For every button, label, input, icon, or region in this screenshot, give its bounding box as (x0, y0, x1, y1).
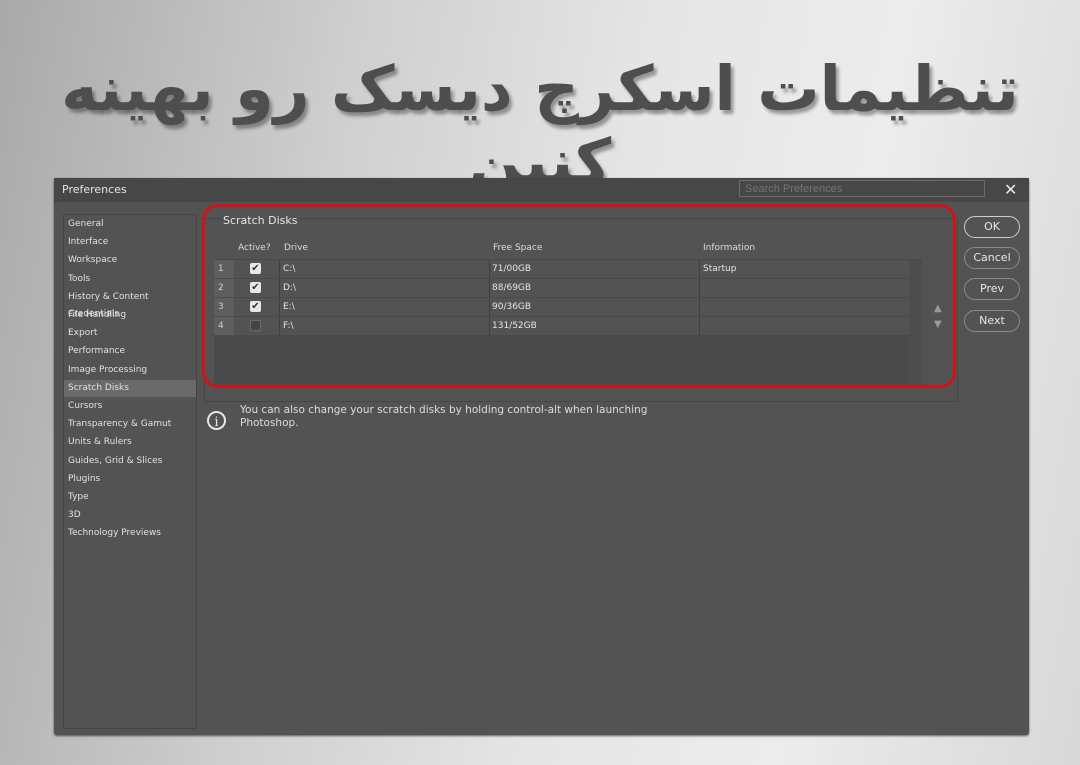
sidebar-item[interactable]: Export (64, 325, 196, 342)
sidebar-item[interactable]: Tools (64, 271, 196, 288)
close-icon[interactable]: ✕ (1004, 180, 1017, 199)
ok-button[interactable]: OK (964, 216, 1020, 238)
column-header-information[interactable]: Information (703, 243, 755, 253)
sidebar-item[interactable]: Type (64, 489, 196, 506)
table-row[interactable]: 2 ✔ D:\ 88/69GB (214, 279, 909, 297)
title-bar: Preferences ✕ (54, 178, 1029, 202)
row-number: 2 (214, 279, 234, 297)
cancel-button[interactable]: Cancel (964, 247, 1020, 269)
info-note: You can also change your scratch disks b… (240, 404, 660, 430)
sidebar-item[interactable]: Cursors (64, 398, 196, 415)
sidebar-item[interactable]: Transparency & Gamut (64, 416, 196, 433)
move-down-icon[interactable]: ▼ (934, 319, 942, 330)
info-note-line2: Photoshop. (240, 417, 299, 429)
info-note-line1: You can also change your scratch disks b… (240, 404, 648, 416)
column-header-drive[interactable]: Drive (284, 243, 308, 253)
row-number: 3 (214, 298, 234, 316)
info-icon: i (207, 411, 226, 430)
sidebar-item[interactable]: Image Processing (64, 362, 196, 379)
sidebar-item[interactable]: File Handling (64, 307, 196, 324)
sidebar-item[interactable]: Units & Rulers (64, 434, 196, 451)
sidebar-item[interactable]: Scratch Disks (64, 379, 196, 397)
column-header-free-space[interactable]: Free Space (493, 243, 542, 253)
prev-button[interactable]: Prev (964, 278, 1020, 300)
active-checkbox[interactable]: ✔ (250, 301, 261, 312)
sidebar-item[interactable]: Workspace (64, 252, 196, 269)
group-label: Scratch Disks (220, 214, 301, 227)
sidebar: General Interface Workspace Tools History & … (63, 214, 197, 729)
table-row[interactable]: 1 ✔ C:\ 71/00GB Startup (214, 260, 909, 278)
table-scrollbar[interactable] (909, 260, 922, 384)
headline-title: تنظیمات اسکرچ دیسک رو بهینه کنین (61, 52, 1020, 198)
active-checkbox[interactable]: ✔ (250, 263, 261, 274)
sidebar-item[interactable]: Performance (64, 343, 196, 360)
active-cell: ✔ (234, 260, 279, 278)
table-row[interactable]: 3 ✔ E:\ 90/36GB (214, 298, 909, 316)
drive-cell: E:\ (279, 298, 489, 316)
sidebar-item[interactable]: Interface (64, 234, 196, 251)
active-checkbox[interactable]: ✔ (250, 282, 261, 293)
table-row[interactable]: 4 F:\ 131/52GB (214, 317, 909, 335)
row-number: 4 (214, 317, 234, 335)
next-button[interactable]: Next (964, 310, 1020, 332)
move-up-icon[interactable]: ▲ (934, 303, 942, 314)
preferences-dialog: Preferences ✕ GeneralInterfaceWorkspace T… (54, 178, 1029, 735)
sidebar-item[interactable]: 3D (64, 507, 196, 524)
sidebar-item[interactable]: Plugins (64, 471, 196, 488)
dialog-title: Preferences (62, 183, 127, 196)
information-cell: Startup (699, 260, 909, 278)
sidebar-item[interactable]: Guides, Grid & Slices (64, 453, 196, 470)
sidebar-item[interactable]: History & Content Credentials (64, 289, 196, 319)
drive-cell: C:\ (279, 260, 489, 278)
active-cell: ✔ (234, 279, 279, 297)
search-preferences-input[interactable] (739, 180, 985, 197)
active-cell (234, 317, 279, 335)
information-cell (699, 317, 909, 335)
sidebar-item[interactable]: General (64, 216, 196, 233)
information-cell (699, 279, 909, 297)
free-space-cell: 71/00GB (489, 260, 699, 278)
row-number: 1 (214, 260, 234, 278)
column-header-active[interactable]: Active? (238, 243, 271, 253)
information-cell (699, 298, 909, 316)
free-space-cell: 88/69GB (489, 279, 699, 297)
drive-cell: D:\ (279, 279, 489, 297)
active-cell: ✔ (234, 298, 279, 316)
active-checkbox[interactable] (250, 320, 261, 331)
free-space-cell: 131/52GB (489, 317, 699, 335)
sidebar-item[interactable]: Technology Previews (64, 525, 196, 542)
drive-cell: F:\ (279, 317, 489, 335)
free-space-cell: 90/36GB (489, 298, 699, 316)
